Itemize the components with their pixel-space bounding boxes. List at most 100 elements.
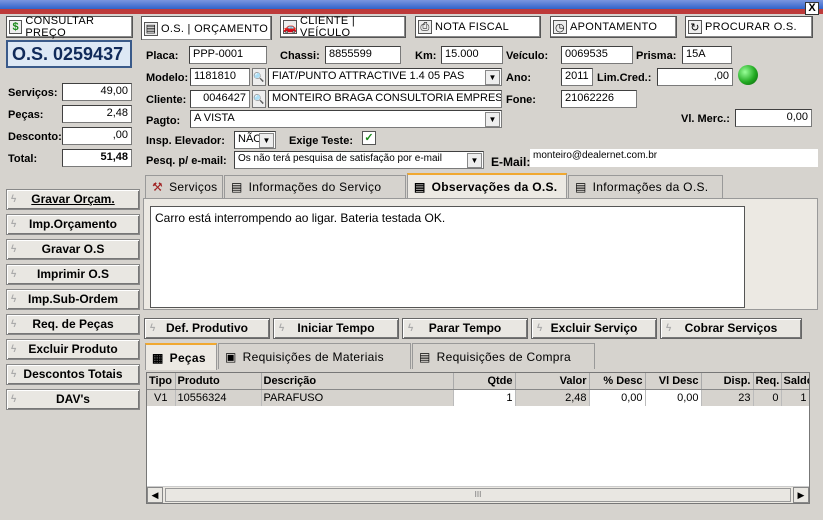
bolt-icon: ϟ (11, 319, 17, 330)
gravar-os-button[interactable]: ϟ Gravar O.S (6, 239, 140, 260)
descontos-totais-button[interactable]: ϟ Descontos Totais (6, 364, 140, 385)
cobrar-servicos-button[interactable]: ϟ Cobrar Serviços (660, 318, 802, 339)
search-icon: 🔍 (253, 72, 265, 82)
insp-select[interactable]: NÃO ▼ (234, 131, 276, 149)
gravar-orcam-button[interactable]: ϟ Gravar Orçam. (6, 189, 140, 210)
exige-teste-checkbox[interactable]: ✓ (362, 131, 376, 145)
desconto-label: Desconto: (8, 131, 62, 143)
bolt-icon: ϟ (11, 194, 17, 205)
exige-label: Exige Teste: (289, 135, 353, 147)
bolt-icon: ϟ (11, 294, 17, 305)
cell-desc-pct[interactable]: 0,00 (589, 389, 646, 406)
pagto-select[interactable]: A VISTA ▼ (190, 110, 502, 128)
km-field[interactable]: 15.000 (441, 46, 503, 64)
apontamento-button[interactable]: ◷ APONTAMENTO (550, 16, 677, 38)
chassi-label: Chassi: (280, 50, 320, 62)
nota-fiscal-label: NOTA FISCAL (435, 21, 509, 33)
bolt-icon: ϟ (11, 219, 17, 230)
pesq-select[interactable]: Os não terá pesquisa de satisfação por e… (234, 151, 484, 169)
cliente-name-field[interactable]: MONTEIRO BRAGA CONSULTORIA EMPRESARIA (268, 90, 502, 108)
col-qtde[interactable]: Qtde (453, 373, 516, 390)
pecas-table: Tipo Produto Descrição Qtde Valor % Desc… (147, 373, 809, 406)
cell-produto: 10556324 (175, 389, 262, 406)
cell-qtde[interactable]: 1 (453, 389, 516, 406)
subtab-req-materiais[interactable]: ▣ Requisições de Materiais (218, 343, 411, 369)
veiculo-field[interactable]: 0069535 (561, 46, 633, 64)
chevron-down-icon[interactable]: ▼ (259, 133, 274, 148)
col-vl-desc[interactable]: Vl Desc (645, 373, 702, 390)
refresh-icon: ↻ (688, 20, 702, 34)
nota-fiscal-button[interactable]: ⎙ NOTA FISCAL (415, 16, 541, 38)
col-valor[interactable]: Valor (515, 373, 590, 390)
modelo-label: Modelo: (146, 72, 189, 84)
scroll-left-icon[interactable]: ◀ (147, 487, 163, 503)
placa-field[interactable]: PPP-0001 (189, 46, 267, 64)
limcred-label: Lim.Cred.: (597, 72, 652, 84)
imp-sub-ordem-button[interactable]: ϟ Imp.Sub-Ordem (6, 289, 140, 310)
fone-field[interactable]: 21062226 (561, 90, 637, 108)
modelo-lookup-button[interactable]: 🔍 (252, 68, 266, 86)
bolt-icon: ϟ (537, 323, 543, 334)
def-produtivo-label: Def. Produtivo (165, 321, 248, 335)
subtab-req-compra-label: Requisições de Compra (436, 349, 572, 364)
ano-field[interactable]: 2011 (561, 68, 593, 86)
tab-os-orcamento[interactable]: ▤ O.S. | ORÇAMENTO (141, 16, 272, 40)
imp-orcamento-button[interactable]: ϟ Imp.Orçamento (6, 214, 140, 235)
subtab-pecas[interactable]: ▦ Peças (145, 343, 217, 370)
def-produtivo-button[interactable]: ϟ Def. Produtivo (144, 318, 270, 339)
table-row[interactable]: V1 10556324 PARAFUSO 1 2,48 0,00 0,00 23… (147, 389, 809, 406)
col-disp[interactable]: Disp. (701, 373, 754, 390)
scroll-thumb[interactable]: III (165, 488, 791, 502)
modelo-select[interactable]: FIAT/PUNTO ATTRACTIVE 1.4 05 PAS ▼ (268, 68, 502, 86)
cliente-veiculo-button[interactable]: 🚗 CLIENTE | VEÍCULO (280, 15, 406, 39)
excluir-servico-button[interactable]: ϟ Excluir Serviço (531, 318, 657, 339)
email-field[interactable]: monteiro@dealernet.com.br (530, 149, 818, 167)
iniciar-tempo-button[interactable]: ϟ Iniciar Tempo (273, 318, 399, 339)
consultar-preco-button[interactable]: $ CONSULTAR PREÇO (6, 15, 133, 39)
cliente-code-field[interactable]: 0046427 (190, 90, 250, 108)
procurar-os-button[interactable]: ↻ PROCURAR O.S. (685, 16, 813, 38)
tab-info-os-label: Informações da O.S. (592, 180, 709, 194)
col-desc-pct[interactable]: % Desc (589, 373, 646, 390)
document-icon: ▤ (419, 349, 431, 364)
close-button[interactable]: X (805, 2, 819, 15)
col-tipo[interactable]: Tipo (147, 373, 176, 390)
prisma-label: Prisma: (636, 50, 677, 62)
chevron-down-icon[interactable]: ▼ (485, 70, 500, 85)
search-icon: 🔍 (253, 94, 265, 104)
chassi-field[interactable]: 8855599 (325, 46, 401, 64)
cell-vl-desc[interactable]: 0,00 (645, 389, 702, 406)
modelo-code-field[interactable]: 1181810 (190, 68, 250, 86)
col-req[interactable]: Req. (753, 373, 782, 390)
chevron-down-icon[interactable]: ▼ (485, 112, 500, 127)
cell-req: 0 (753, 389, 782, 406)
subtab-req-compra[interactable]: ▤ Requisições de Compra (412, 343, 595, 369)
limcred-field: ,00 (657, 68, 733, 86)
tab-info-os[interactable]: ▤ Informações da O.S. (568, 175, 723, 198)
req-pecas-button[interactable]: ϟ Req. de Peças (6, 314, 140, 335)
observacao-textarea[interactable]: Carro está interrompendo ao ligar. Bater… (150, 206, 745, 308)
imprimir-os-button[interactable]: ϟ Imprimir O.S (6, 264, 140, 285)
col-descricao[interactable]: Descrição (261, 373, 454, 390)
chevron-down-icon[interactable]: ▼ (467, 153, 482, 168)
bolt-icon: ϟ (408, 323, 414, 334)
davs-button[interactable]: ϟ DAV's (6, 389, 140, 410)
col-produto[interactable]: Produto (175, 373, 262, 390)
status-light-icon (738, 65, 758, 85)
printer-icon: ⎙ (418, 20, 432, 34)
tab-info-servico[interactable]: ▤ Informações do Serviço (224, 175, 406, 198)
cell-tipo: V1 (147, 389, 176, 406)
prisma-field[interactable]: 15A (682, 46, 732, 64)
tab-servicos-label: Serviços (169, 180, 218, 194)
km-label: Km: (415, 50, 437, 62)
pesq-value: Os não terá pesquisa de satisfação por e… (238, 153, 442, 164)
col-saldo[interactable]: Saldo (781, 373, 809, 390)
horizontal-scrollbar[interactable]: ◀ III ▶ (147, 486, 809, 503)
tab-servicos[interactable]: ⚒ Serviços (145, 175, 223, 198)
cliente-lookup-button[interactable]: 🔍 (252, 90, 266, 108)
package-icon: ▣ (225, 349, 237, 364)
excluir-produto-button[interactable]: ϟ Excluir Produto (6, 339, 140, 360)
parar-tempo-button[interactable]: ϟ Parar Tempo (402, 318, 528, 339)
scroll-right-icon[interactable]: ▶ (793, 487, 809, 503)
tab-observacoes[interactable]: ▤ Observações da O.S. (407, 173, 567, 198)
